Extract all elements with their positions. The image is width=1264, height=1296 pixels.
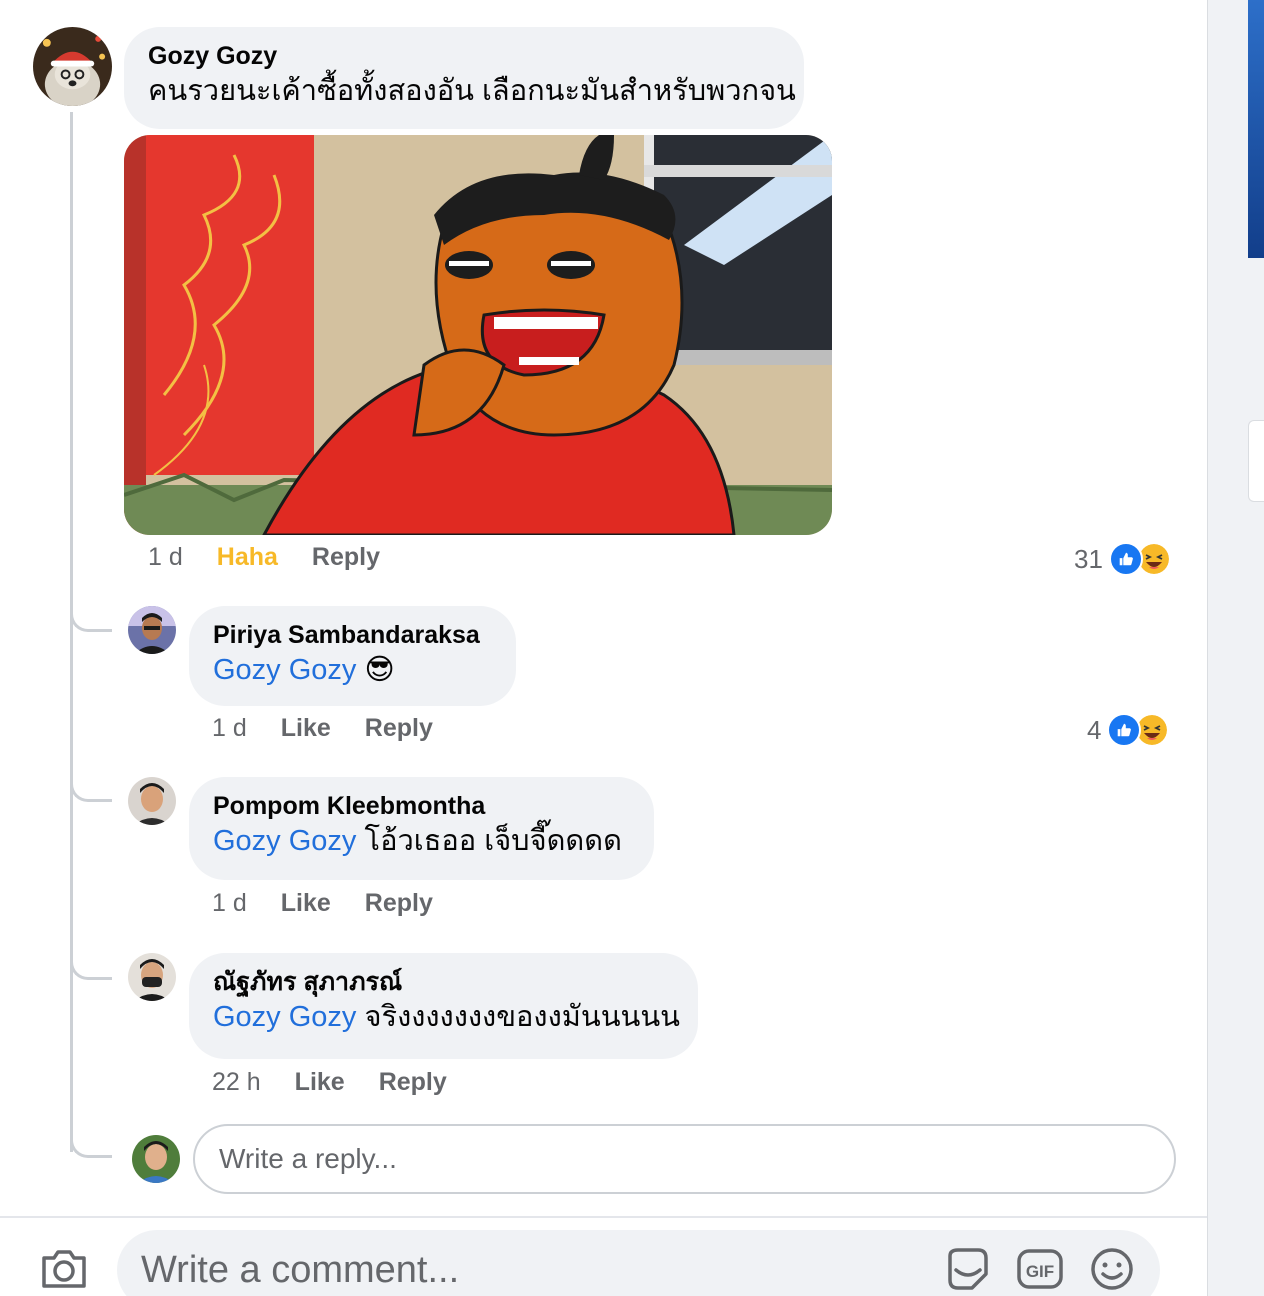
reply-text: โอ้วเธออ เจ็บจี๊ดดดด bbox=[364, 825, 622, 857]
reply-input[interactable]: Write a reply... bbox=[193, 1124, 1176, 1194]
reaction-count: 4 bbox=[1087, 714, 1102, 745]
thread-connector bbox=[70, 776, 112, 802]
like-icon bbox=[1107, 713, 1142, 747]
avatar[interactable] bbox=[128, 606, 176, 654]
like-button[interactable]: Like bbox=[281, 889, 331, 918]
reply-actions: 22 h Like Reply bbox=[212, 1068, 481, 1097]
like-icon bbox=[1108, 542, 1143, 576]
reply-timestamp[interactable]: 1 d bbox=[212, 714, 247, 743]
avatar[interactable] bbox=[128, 777, 176, 825]
comment-author[interactable]: Gozy Gozy bbox=[148, 41, 780, 71]
reply-bubble: Pompom Kleebmontha Gozy Gozy โอ้วเธออ เจ… bbox=[189, 777, 654, 880]
comment-gif-image[interactable] bbox=[124, 135, 832, 535]
avatar[interactable] bbox=[128, 953, 176, 1001]
comment-input-placeholder: Write a comment... bbox=[141, 1248, 460, 1291]
reply-text: 😎 bbox=[364, 654, 395, 686]
avatar[interactable] bbox=[33, 27, 112, 106]
comment-actions: 1 d Haha Reply bbox=[148, 543, 414, 572]
thread-connector bbox=[70, 954, 112, 980]
thread-connector bbox=[70, 606, 112, 632]
emoji-icon[interactable] bbox=[1088, 1246, 1136, 1292]
divider bbox=[0, 1216, 1207, 1218]
comment-bubble: Gozy Gozy คนรวยนะเค้าซื้อทั้งสองอัน เลือ… bbox=[124, 27, 804, 129]
comment-input[interactable]: Write a comment... bbox=[117, 1230, 1160, 1296]
like-button[interactable]: Like bbox=[295, 1068, 345, 1097]
mention-link[interactable]: Gozy Gozy bbox=[213, 1001, 356, 1033]
reaction-summary[interactable]: 31 bbox=[1074, 542, 1171, 576]
haha-reaction-button[interactable]: Haha bbox=[217, 543, 278, 572]
reply-bubble: ณัฐภัทร สุภาภรณ์ Gozy Gozy จริงงงงงงงของ… bbox=[189, 953, 698, 1059]
camera-icon[interactable] bbox=[40, 1246, 88, 1290]
thread-connector bbox=[70, 1132, 112, 1158]
reaction-summary[interactable]: 4 bbox=[1087, 713, 1170, 747]
reply-actions: 1 d Like Reply bbox=[212, 889, 467, 918]
thread-line bbox=[70, 112, 73, 1152]
comment-timestamp[interactable]: 1 d bbox=[148, 543, 183, 572]
svg-text:GIF: GIF bbox=[1026, 1262, 1054, 1281]
reply-input-placeholder: Write a reply... bbox=[219, 1143, 397, 1174]
sidebar-banner bbox=[1248, 0, 1264, 258]
mention-link[interactable]: Gozy Gozy bbox=[213, 654, 356, 686]
reply-timestamp[interactable]: 22 h bbox=[212, 1068, 261, 1097]
current-user-avatar[interactable] bbox=[132, 1135, 180, 1183]
like-button[interactable]: Like bbox=[281, 714, 331, 743]
reply-text: จริงงงงงงงของงมันนนนน bbox=[364, 1001, 681, 1033]
reply-bubble: Piriya Sambandaraksa Gozy Gozy 😎 bbox=[189, 606, 516, 706]
comment-text: คนรวยนะเค้าซื้อทั้งสองอัน เลือกนะมันสำหร… bbox=[148, 75, 796, 107]
gif-icon[interactable]: GIF bbox=[1016, 1246, 1064, 1292]
reply-button[interactable]: Reply bbox=[379, 1068, 447, 1097]
reply-actions: 1 d Like Reply bbox=[212, 714, 467, 743]
reply-button[interactable]: Reply bbox=[312, 543, 380, 572]
reply-button[interactable]: Reply bbox=[365, 714, 433, 743]
sidebar-panel bbox=[1248, 420, 1264, 502]
mention-link[interactable]: Gozy Gozy bbox=[213, 825, 356, 857]
reply-author[interactable]: ณัฐภัทร สุภาภรณ์ bbox=[213, 967, 674, 997]
right-scroll-rail bbox=[1207, 0, 1264, 1296]
reply-author[interactable]: Pompom Kleebmontha bbox=[213, 791, 630, 821]
reply-timestamp[interactable]: 1 d bbox=[212, 889, 247, 918]
sticker-icon[interactable] bbox=[944, 1246, 992, 1292]
reply-author[interactable]: Piriya Sambandaraksa bbox=[213, 620, 492, 650]
reaction-count: 31 bbox=[1074, 543, 1103, 574]
reply-button[interactable]: Reply bbox=[365, 889, 433, 918]
